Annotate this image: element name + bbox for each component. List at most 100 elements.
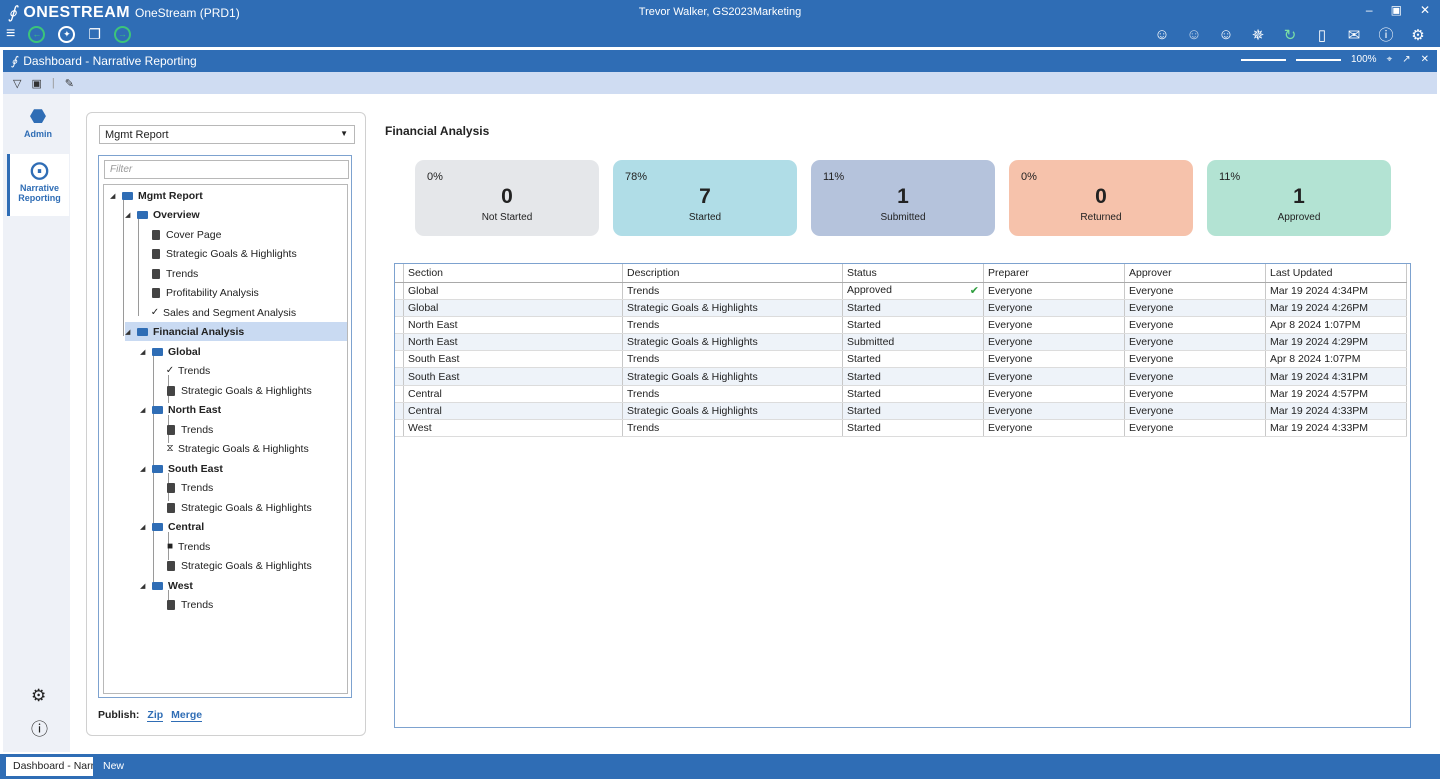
nav-narrative-reporting[interactable]: ⨀ Narrative Reporting xyxy=(7,154,69,216)
row-selector[interactable] xyxy=(395,316,404,335)
export-icon[interactable]: ▣ xyxy=(31,77,41,90)
tree-node-ne-strategic[interactable]: ⧖ Strategic Goals & Highlights xyxy=(163,439,308,458)
tree-node-label: Strategic Goals & Highlights xyxy=(166,247,297,260)
table-row[interactable]: Central Trends Started Everyone Everyone Mar … xyxy=(395,385,1407,403)
row-selector[interactable] xyxy=(395,333,404,352)
restore-icon[interactable]: ▣ xyxy=(1391,3,1402,17)
card-percent: 0% xyxy=(1021,171,1037,183)
tree-node-west-trends[interactable]: Trends xyxy=(167,595,213,614)
column-header-description[interactable]: Description xyxy=(622,264,843,283)
help-icon[interactable]: ⓘ xyxy=(31,715,48,740)
tree-node-central-trends[interactable]: ■ Trends xyxy=(163,537,210,556)
tree-node-se-trends[interactable]: Trends xyxy=(167,478,213,497)
clipboard-icon[interactable]: ▯ xyxy=(1306,26,1338,44)
status-card-started[interactable]: 78% 7 Started xyxy=(613,160,797,236)
expand-icon[interactable]: ◢ xyxy=(140,582,152,590)
expand-icon[interactable]: ◢ xyxy=(140,465,152,473)
expand-icon[interactable]: ◢ xyxy=(125,211,137,219)
tree-node-mgmt-report[interactable]: ◢ Mgmt Report xyxy=(110,186,203,205)
back-icon[interactable]: ← xyxy=(28,25,46,43)
close-dashboard-icon[interactable]: ✕ xyxy=(1421,54,1429,65)
tree-node-global-trends[interactable]: ✓ Trends xyxy=(163,361,211,380)
pages-icon[interactable]: ❐ xyxy=(88,26,101,43)
forward-icon[interactable]: → xyxy=(113,25,131,43)
tree-node-sales-segment[interactable]: ✓ Sales and Segment Analysis xyxy=(148,303,296,322)
refresh-icon[interactable]: ↻ xyxy=(1274,26,1306,44)
row-selector[interactable] xyxy=(395,282,404,300)
tree-node-west[interactable]: ◢ West xyxy=(140,576,193,595)
status-card-returned[interactable]: 0% 0 Returned xyxy=(1009,160,1193,236)
tree-node-north-east[interactable]: ◢ North East xyxy=(140,400,221,419)
zoom-slider[interactable] xyxy=(1296,58,1341,61)
table-row[interactable]: Central Strategic Goals & Highlights Start… xyxy=(395,402,1407,421)
tree-node-global[interactable]: ◢ Global xyxy=(140,342,201,361)
minimize-icon[interactable]: – xyxy=(1366,3,1373,17)
tab-dashboard[interactable]: Dashboard - Narrative Reporting xyxy=(6,757,93,776)
settings-gear-icon[interactable]: ⚙ xyxy=(31,686,46,706)
table-row[interactable]: North East Strategic Goals & Highlights Su… xyxy=(395,333,1407,352)
row-selector[interactable] xyxy=(395,385,404,403)
close-icon[interactable]: ✕ xyxy=(1420,3,1430,17)
tree-node-se-strategic[interactable]: Strategic Goals & Highlights xyxy=(167,498,312,517)
row-selector[interactable] xyxy=(395,367,404,386)
table-row[interactable]: Global Trends Approved ✔ Everyone Everyone Mar… xyxy=(395,282,1407,300)
help-icon[interactable]: ⓘ xyxy=(1370,24,1402,45)
tree-node-central[interactable]: ◢ Central xyxy=(140,517,204,536)
expand-icon[interactable]: ◢ xyxy=(140,406,152,414)
column-header-section[interactable]: Section xyxy=(403,264,623,283)
tree-node-central-strategic[interactable]: Strategic Goals & Highlights xyxy=(167,556,312,575)
menu-icon[interactable]: ≡ xyxy=(6,25,15,43)
compass-icon[interactable]: ✦ xyxy=(58,25,76,43)
edit-icon[interactable]: ✎ xyxy=(65,77,74,90)
chevron-down-icon: ▼ xyxy=(340,129,348,138)
row-selector[interactable] xyxy=(395,350,404,369)
tab-new[interactable]: New xyxy=(96,757,131,776)
expand-icon[interactable]: ◢ xyxy=(140,348,152,356)
row-selector[interactable] xyxy=(395,402,404,421)
task-progress-icon[interactable]: ✵ xyxy=(1242,26,1274,44)
pin-icon[interactable]: ⌖ xyxy=(1387,54,1393,65)
user-alert-icon[interactable]: ☺ xyxy=(1210,26,1242,43)
popout-icon[interactable]: ↗ xyxy=(1402,54,1410,65)
tree-node-financial-analysis[interactable]: ◢ Financial Analysis xyxy=(125,322,347,341)
expand-icon[interactable]: ◢ xyxy=(140,523,152,531)
zoom-track[interactable] xyxy=(1241,58,1286,61)
tree-node-overview[interactable]: ◢ Overview xyxy=(125,205,200,224)
cell-preparer: Everyone xyxy=(983,299,1125,317)
logon-icon[interactable]: ✉ xyxy=(1338,26,1370,44)
tree-node-ne-trends[interactable]: Trends xyxy=(167,420,213,439)
table-row[interactable]: North East Trends Started Everyone Everyone A… xyxy=(395,316,1407,335)
status-card-approved[interactable]: 11% 1 Approved xyxy=(1207,160,1391,236)
table-row[interactable]: South East Trends Started Everyone Everyone A… xyxy=(395,350,1407,369)
table-row[interactable]: West Trends Started Everyone Everyone Mar 19 … xyxy=(395,419,1407,438)
user-settings-icon[interactable]: ☺ xyxy=(1146,26,1178,43)
user-icon[interactable]: ☺ xyxy=(1178,26,1210,43)
table-row[interactable]: Global Strategic Goals & Highlights Starte… xyxy=(395,299,1407,317)
column-header-preparer[interactable]: Preparer xyxy=(983,264,1125,283)
column-header-approver[interactable]: Approver xyxy=(1124,264,1266,283)
tree-node-trends[interactable]: Trends xyxy=(152,264,198,283)
expand-icon[interactable]: ◢ xyxy=(110,192,122,200)
publish-merge-link[interactable]: Merge xyxy=(171,709,203,722)
filter-input[interactable]: Filter xyxy=(104,160,349,179)
report-select[interactable]: Mgmt Report ▼ xyxy=(99,125,355,144)
row-selector[interactable] xyxy=(395,419,404,438)
tree-node-south-east[interactable]: ◢ South East xyxy=(140,459,223,478)
filter-icon[interactable]: ▽ xyxy=(13,77,21,90)
report-search-icon: ⨀ xyxy=(30,160,49,180)
status-card-not-started[interactable]: 0% 0 Not Started xyxy=(415,160,599,236)
tree-node-global-strategic[interactable]: Strategic Goals & Highlights xyxy=(167,381,312,400)
theme-icon[interactable]: ⚙ xyxy=(1402,26,1434,44)
status-card-submitted[interactable]: 11% 1 Submitted xyxy=(811,160,995,236)
tree-node-profitability[interactable]: Profitability Analysis xyxy=(152,283,259,302)
column-header-status[interactable]: Status xyxy=(842,264,984,283)
column-header-last-updated[interactable]: Last Updated xyxy=(1265,264,1407,283)
nav-admin[interactable]: ⬣ Admin xyxy=(7,106,69,150)
row-selector[interactable] xyxy=(395,299,404,317)
publish-bar: Publish: Zip Merge xyxy=(98,709,203,722)
expand-icon[interactable]: ◢ xyxy=(125,328,137,336)
tree-node-strategic-goals[interactable]: Strategic Goals & Highlights xyxy=(152,244,297,263)
publish-zip-link[interactable]: Zip xyxy=(147,709,164,722)
tree-node-cover-page[interactable]: Cover Page xyxy=(152,225,221,244)
table-row[interactable]: South East Strategic Goals & Highlights St… xyxy=(395,367,1407,386)
